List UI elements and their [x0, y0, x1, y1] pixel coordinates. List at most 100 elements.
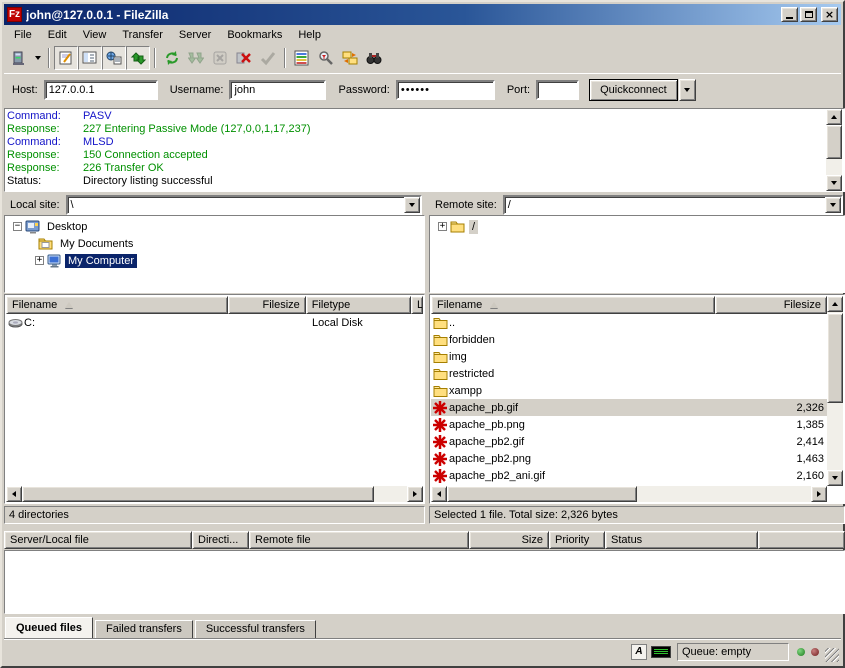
- tree-item-my-documents[interactable]: My Documents: [5, 235, 424, 252]
- file-row[interactable]: apache_pb2_ani.gif 2,160: [431, 467, 828, 484]
- find-files-button[interactable]: [362, 46, 386, 70]
- remote-site-label: Remote site:: [435, 199, 497, 211]
- file-row[interactable]: apache_pb2.gif 2,414: [431, 433, 828, 450]
- scroll-right-button[interactable]: [407, 486, 423, 502]
- password-input[interactable]: [396, 80, 495, 100]
- column-remote-file[interactable]: Remote file: [249, 531, 469, 549]
- toggle-remote-tree-button[interactable]: [102, 46, 126, 70]
- tab-successful-transfers[interactable]: Successful transfers: [195, 620, 316, 638]
- tree-item-my-computer[interactable]: + My Computer: [5, 252, 424, 269]
- speed-limit-icon[interactable]: [651, 646, 671, 658]
- log-scrollbar[interactable]: [826, 109, 842, 191]
- menu-file[interactable]: File: [6, 27, 40, 43]
- host-input[interactable]: [44, 80, 158, 100]
- file-row[interactable]: forbidden: [431, 331, 828, 348]
- toggle-local-tree-button[interactable]: [78, 46, 102, 70]
- scrollbar-thumb[interactable]: [447, 486, 637, 502]
- menu-bookmarks[interactable]: Bookmarks: [219, 27, 290, 43]
- quickconnect-dropdown-button[interactable]: [679, 79, 696, 101]
- data-type-indicator-icon[interactable]: A: [631, 644, 647, 660]
- reconnect-button[interactable]: [256, 46, 280, 70]
- username-input[interactable]: [229, 80, 326, 100]
- titlebar[interactable]: Fz john@127.0.0.1 - FileZilla ×: [4, 4, 841, 25]
- tab-queued-files[interactable]: Queued files: [5, 617, 93, 638]
- scrollbar-thumb[interactable]: [826, 125, 842, 159]
- scroll-up-button[interactable]: [826, 109, 842, 125]
- file-row[interactable]: xampp: [431, 382, 828, 399]
- file-row[interactable]: restricted: [431, 365, 828, 382]
- column-filesize[interactable]: Filesize: [228, 296, 305, 314]
- column-filename[interactable]: Filename: [431, 296, 715, 314]
- scroll-left-button[interactable]: [6, 486, 22, 502]
- column-last-modified[interactable]: L: [411, 296, 423, 314]
- menu-help[interactable]: Help: [290, 27, 329, 43]
- local-tree[interactable]: − Desktop My Documents + My Computer: [4, 215, 425, 293]
- quickconnect-button[interactable]: Quickconnect: [589, 79, 678, 101]
- synchronized-browsing-button[interactable]: [338, 46, 362, 70]
- remote-tree[interactable]: + /: [429, 215, 845, 293]
- expand-expander[interactable]: +: [438, 222, 447, 231]
- port-input[interactable]: [536, 80, 579, 100]
- menu-server[interactable]: Server: [171, 27, 219, 43]
- column-size[interactable]: Size: [469, 531, 549, 549]
- site-manager-dropdown-button[interactable]: [31, 46, 44, 70]
- site-manager-button[interactable]: [7, 46, 31, 70]
- file-row-selected[interactable]: apache_pb.gif 2,326: [431, 399, 828, 416]
- maximize-button[interactable]: [800, 7, 817, 22]
- column-filetype[interactable]: Filetype: [306, 296, 411, 314]
- menu-view[interactable]: View: [75, 27, 115, 43]
- column-filename[interactable]: Filename: [6, 296, 228, 314]
- cancel-operation-button[interactable]: [208, 46, 232, 70]
- tab-failed-transfers[interactable]: Failed transfers: [95, 620, 193, 638]
- scroll-left-button[interactable]: [431, 486, 447, 502]
- directory-comparison-button[interactable]: [290, 46, 314, 70]
- collapse-expander[interactable]: −: [13, 222, 22, 231]
- toggle-transfer-queue-button[interactable]: [126, 46, 150, 70]
- file-row-c-drive[interactable]: C: Local Disk: [6, 314, 425, 331]
- local-list-hscrollbar[interactable]: [6, 486, 423, 502]
- file-row[interactable]: apache_pb.png 1,385: [431, 416, 828, 433]
- remote-list-rows: .. forbidden img restricted xampp: [431, 314, 828, 484]
- scroll-up-button[interactable]: [827, 296, 843, 312]
- scroll-right-button[interactable]: [811, 486, 827, 502]
- disconnect-button[interactable]: [232, 46, 256, 70]
- menu-transfer[interactable]: Transfer: [114, 27, 171, 43]
- file-row[interactable]: img: [431, 348, 828, 365]
- remote-list-vscrollbar[interactable]: [827, 296, 843, 486]
- refresh-button[interactable]: [160, 46, 184, 70]
- file-row[interactable]: ..: [431, 314, 828, 331]
- scroll-down-button[interactable]: [827, 470, 843, 486]
- column-priority[interactable]: Priority: [549, 531, 605, 549]
- remote-list-hscrollbar[interactable]: [431, 486, 827, 502]
- process-queue-icon: [188, 50, 204, 66]
- column-direction[interactable]: Directi...: [192, 531, 249, 549]
- remote-site-combo[interactable]: /: [503, 195, 843, 215]
- expand-expander[interactable]: +: [35, 256, 44, 265]
- minimize-button[interactable]: [781, 7, 798, 22]
- column-label: Priority: [555, 534, 589, 546]
- apache-image-file-icon: [431, 469, 449, 483]
- menu-edit[interactable]: Edit: [40, 27, 75, 43]
- local-site-combo[interactable]: \: [66, 195, 422, 215]
- process-queue-button[interactable]: [184, 46, 208, 70]
- tree-item-root[interactable]: + /: [430, 218, 844, 235]
- resize-grip[interactable]: [825, 648, 839, 662]
- filename-filters-button[interactable]: [314, 46, 338, 70]
- scrollbar-thumb[interactable]: [827, 313, 843, 403]
- toggle-message-log-button[interactable]: [54, 46, 78, 70]
- column-status[interactable]: Status: [605, 531, 758, 549]
- scroll-down-button[interactable]: [826, 175, 842, 191]
- tree-item-desktop[interactable]: − Desktop: [5, 218, 424, 235]
- file-row[interactable]: apache_pb2.png 1,463: [431, 450, 828, 467]
- remote-file-list[interactable]: Filename Filesize .. forbidden img restr: [429, 294, 845, 504]
- column-server-local-file[interactable]: Server/Local file: [4, 531, 192, 549]
- scrollbar-thumb[interactable]: [22, 486, 374, 502]
- local-site-label: Local site:: [10, 199, 60, 211]
- combo-dropdown-button[interactable]: [404, 197, 420, 213]
- column-filesize[interactable]: Filesize: [715, 296, 827, 314]
- message-log[interactable]: Command:PASV Response:227 Entering Passi…: [4, 108, 845, 192]
- queue-list[interactable]: [4, 550, 845, 614]
- local-file-list[interactable]: Filename Filesize Filetype L C: Local Di…: [4, 294, 425, 504]
- combo-dropdown-button[interactable]: [825, 197, 841, 213]
- close-button[interactable]: ×: [821, 7, 838, 22]
